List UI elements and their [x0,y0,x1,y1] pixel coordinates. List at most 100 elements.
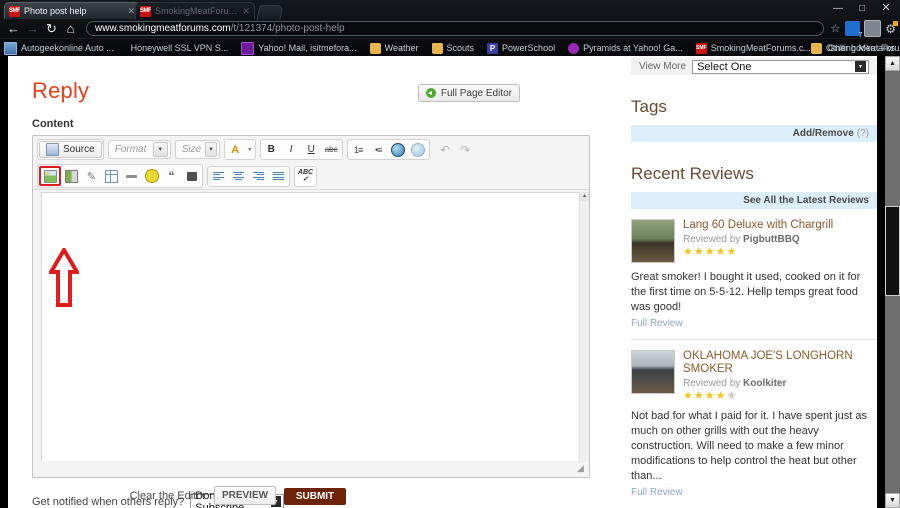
page-scrollbar[interactable]: ▲ ▼ [885,56,900,508]
bookmark-star-icon[interactable]: ☆ [830,22,840,35]
close-window-button[interactable]: ✕ [874,1,898,16]
bulleted-list-icon[interactable]: •≡ [369,141,388,158]
other-bookmarks-button[interactable]: Other bookmarks [811,43,895,54]
toolbar-divider [33,189,589,190]
smf-icon: SMF [140,6,151,17]
bookmark-item[interactable]: Yahoo! Mail, isitmefora... [241,42,356,55]
bookmark-label: PowerSchool [502,43,555,53]
align-center-icon[interactable] [229,168,248,185]
scrollbar-thumb[interactable] [885,206,900,296]
see-all-reviews-link[interactable]: See All the Latest Reviews [743,195,869,206]
scroll-down-icon[interactable]: ▼ [885,493,900,508]
full-page-editor-button[interactable]: Full Page Editor [418,84,520,102]
wrench-menu-icon[interactable]: ⚙ [885,22,896,36]
unlink-globe-icon[interactable] [409,141,428,158]
bookmark-item[interactable]: Pyramids at Yahoo! Ga... [568,43,683,54]
full-review-link[interactable]: Full Review [631,487,877,498]
text-color-icon[interactable]: A [226,141,245,158]
bookmarks-bar: Autogeekonline Auto ... Honeywell SSL VP… [0,38,900,57]
tags-help-icon[interactable]: (?) [857,128,869,139]
bookmark-item[interactable]: Honeywell SSL VPN S... [127,43,229,53]
link-globe-icon[interactable] [389,141,408,158]
bookmark-item[interactable]: P PowerSchool [487,43,555,54]
submit-button[interactable]: SUBMIT [284,488,346,505]
smiley-icon[interactable] [142,168,161,185]
italic-button[interactable]: I [282,141,301,158]
reviewer-name[interactable]: Koolkiter [743,378,786,389]
bookmark-item[interactable]: Weather [370,43,419,54]
page-content: Reply Full Page Editor Content Source [8,56,877,508]
tab-title: Photo post help [24,6,124,16]
browser-tab-active[interactable]: SMF Photo post help ✕ [4,2,140,19]
photo-icon [4,42,17,55]
align-right-icon[interactable] [249,168,268,185]
home-icon[interactable]: ⌂ [61,20,80,37]
blockquote-icon[interactable]: “ [162,168,181,185]
size-dropdown[interactable]: Size ▼ [175,140,220,159]
review-title-link[interactable]: Lang 60 Deluxe with Chargrill [683,219,877,232]
list-link-group: 1≡ •≡ [347,139,430,160]
new-tab-button[interactable] [256,5,283,20]
undo-icon[interactable]: ↶ [436,141,455,158]
forward-arrow-icon[interactable]: → [23,20,42,37]
address-bar[interactable]: www.smokingmeatforums.com/t/121374/photo… [86,21,824,36]
review-thumbnail[interactable] [631,350,675,394]
editor-text-area[interactable]: ▲ [41,192,581,461]
align-left-icon[interactable] [209,168,228,185]
source-label: Source [63,144,95,155]
yahoo-icon [241,42,254,55]
add-remove-tags-link[interactable]: Add/Remove [793,128,854,139]
strikethrough-button[interactable]: abc [322,141,341,158]
bookmark-label: Pyramids at Yahoo! Ga... [583,43,683,53]
close-icon[interactable]: ✕ [242,6,250,17]
alignment-group [207,166,290,187]
review-thumbnail[interactable] [631,219,675,263]
tab-strip: SMF Photo post help ✕ SMF SmokingMeatFor… [0,0,900,19]
bold-button[interactable]: B [262,141,281,158]
source-group: Source [37,139,104,160]
view-more-dropdown[interactable]: Select One ▼ [692,60,869,74]
comment-icon[interactable] [182,168,201,185]
align-justify-icon[interactable] [269,168,288,185]
view-more-label: View More [639,61,686,72]
source-button[interactable]: Source [39,141,102,158]
bookmark-item[interactable]: Autogeekonline Auto ... [4,42,114,55]
tags-action-bar: Add/Remove (?) [631,125,877,142]
bookmark-item[interactable]: SMF SmokingMeatForums.c... [696,43,811,54]
editor-toolbar-row-2: ✎ “ ABC✓ [33,161,589,189]
table-icon[interactable] [102,168,121,185]
reload-icon[interactable]: ↻ [42,20,61,37]
redo-icon[interactable]: ↷ [456,141,475,158]
back-arrow-icon[interactable]: ← [4,20,23,37]
editor-scrollbar[interactable]: ▲ [579,192,589,462]
form-actions: Clear the Editor PREVIEW SUBMIT [130,486,346,505]
browser-tab-inactive[interactable]: SMF SmokingMeatForums.com Post ✕ [135,2,255,19]
marker-icon[interactable]: ✎ [82,168,101,185]
image-icon[interactable] [39,166,61,186]
extension-icon-screenshot[interactable] [864,20,881,37]
extension-icon-messenger[interactable] [845,21,860,36]
chevron-down-icon[interactable]: ▼ [246,141,254,158]
smf-icon: SMF [696,43,707,54]
spellcheck-group: ABC✓ [294,166,317,187]
minimize-button[interactable]: — [826,1,850,16]
close-icon[interactable]: ✕ [127,6,135,17]
review-title-link[interactable]: OKLAHOMA JOE'S LONGHORN SMOKER [683,350,877,376]
spellcheck-abc-icon[interactable]: ABC✓ [296,168,315,185]
scroll-up-icon[interactable]: ▲ [580,192,589,201]
tags-heading: Tags [631,97,877,117]
horizontal-rule-icon[interactable] [122,168,141,185]
flash-icon[interactable] [62,168,81,185]
full-review-link[interactable]: Full Review [631,318,877,329]
preview-button[interactable]: PREVIEW [214,486,276,505]
numbered-list-icon[interactable]: 1≡ [349,141,368,158]
resize-handle-icon[interactable]: ◢ [575,463,586,474]
reviewer-name[interactable]: PigbuttBBQ [743,234,800,245]
underline-button[interactable]: U [302,141,321,158]
bookmark-item[interactable]: Scouts [432,43,475,54]
color-group: A ▼ [224,139,256,160]
scroll-up-icon[interactable]: ▲ [885,56,900,71]
clear-editor-link[interactable]: Clear the Editor [130,490,206,505]
format-dropdown[interactable]: Format ▼ [108,140,171,159]
maximize-button[interactable]: □ [850,1,874,16]
